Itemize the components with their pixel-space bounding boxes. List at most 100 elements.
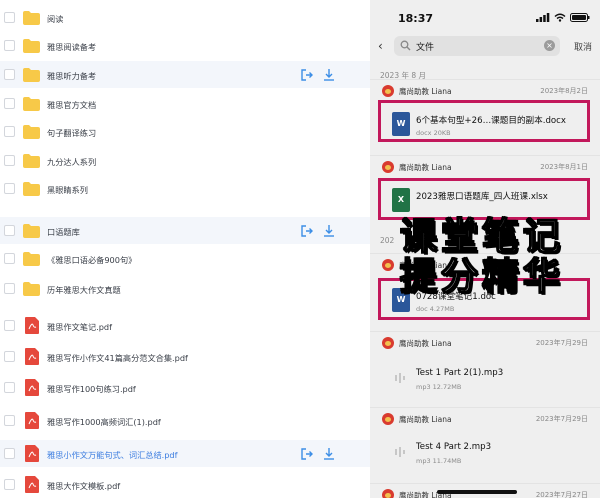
overlay-title-line2: 提分精华 <box>399 254 564 299</box>
avatar <box>382 161 394 173</box>
clear-icon[interactable]: × <box>544 40 555 51</box>
file-row[interactable]: 雅思小作文万能句式、词汇总结.pdf <box>0 440 370 467</box>
signal-icon <box>536 12 550 22</box>
row-checkbox[interactable] <box>4 126 15 137</box>
message-date: 2023年7月29日 <box>535 415 588 423</box>
download-icon[interactable] <box>322 67 336 81</box>
row-checkbox[interactable] <box>4 12 15 23</box>
folder-icon <box>23 153 40 168</box>
file-row[interactable]: 雅思大作文模板.pdf <box>0 471 370 498</box>
status-time: 18:37 <box>398 12 434 25</box>
row-checkbox[interactable] <box>4 155 15 166</box>
folder-row[interactable]: 雅思听力备考 <box>0 61 370 88</box>
message-date: 2023年8月2日 <box>540 87 588 95</box>
row-title: 句子翻译练习 <box>47 128 97 138</box>
audio-icon <box>392 366 410 390</box>
folder-row[interactable]: 口语题库 <box>0 217 370 244</box>
row-checkbox[interactable] <box>4 253 15 264</box>
file-meta: mp3 12.72MB <box>416 383 462 391</box>
row-checkbox[interactable] <box>4 479 15 490</box>
row-title: 雅思写作1000高频词汇(1).pdf <box>47 417 161 427</box>
folder-icon <box>23 181 40 196</box>
share-icon[interactable] <box>300 446 314 460</box>
row-checkbox[interactable] <box>4 40 15 51</box>
download-icon[interactable] <box>322 223 336 237</box>
row-title: 雅思大作文模板.pdf <box>47 481 121 491</box>
row-title: 口语题库 <box>47 227 80 237</box>
row-checkbox[interactable] <box>4 320 15 331</box>
folder-row[interactable]: 九分达人系列 <box>0 147 370 174</box>
row-title: 九分达人系列 <box>47 157 97 167</box>
message-date: 2023年7月27日 <box>535 491 588 498</box>
folder-icon <box>23 38 40 53</box>
file-row[interactable]: 雅思写作1000高频词汇(1).pdf <box>0 407 370 434</box>
message-sender: 鹰尚助教 Liana <box>382 160 452 174</box>
row-checkbox[interactable] <box>4 283 15 294</box>
folder-row[interactable]: 阅读 <box>0 4 370 31</box>
pdf-icon <box>25 348 42 365</box>
file-row[interactable]: 雅思作文笔记.pdf <box>0 312 370 339</box>
back-icon[interactable]: ‹ <box>378 39 388 53</box>
file-card[interactable]: Test 4 Part 2.mp3 mp3 11.74MB <box>382 432 586 474</box>
row-title: 雅思写作小作文41篇高分范文合集.pdf <box>47 353 188 363</box>
folder-row[interactable]: 雅思官方文档 <box>0 90 370 117</box>
row-title: 《雅思口语必备900句》 <box>47 255 137 265</box>
sender-name: 鹰尚助教 Liana <box>399 414 452 424</box>
file-row[interactable]: 雅思写作小作文41篇高分范文合集.pdf <box>0 343 370 370</box>
row-title: 阅读 <box>47 14 64 24</box>
row-title: 雅思阅读备考 <box>47 42 97 52</box>
folder-icon <box>23 223 40 238</box>
message-date: 2023年7月29日 <box>535 339 588 347</box>
home-indicator <box>437 490 517 494</box>
folder-row[interactable]: 句子翻译练习 <box>0 118 370 145</box>
section-label: 202 <box>380 236 395 245</box>
file-name: Test 1 Part 2(1).mp3 <box>416 368 504 378</box>
file-row[interactable]: 雅思写作100句练习.pdf <box>0 374 370 401</box>
avatar <box>382 337 394 349</box>
message-date: 2023年8月1日 <box>540 163 588 171</box>
status-icons <box>536 12 590 22</box>
row-checkbox[interactable] <box>4 98 15 109</box>
avatar <box>382 413 394 425</box>
pdf-icon <box>25 412 42 429</box>
download-icon[interactable] <box>322 446 336 460</box>
row-title: 雅思作文笔记.pdf <box>47 322 113 332</box>
message-sender: 鹰尚助教 Liana <box>382 412 452 426</box>
sender-name: 鹰尚助教 Liana <box>399 162 452 172</box>
row-checkbox[interactable] <box>4 448 15 459</box>
avatar <box>382 489 394 498</box>
row-title: 雅思官方文档 <box>47 100 97 110</box>
row-checkbox[interactable] <box>4 351 15 362</box>
search-icon <box>400 40 411 51</box>
search-input[interactable]: 文件 × <box>394 36 560 56</box>
sender-name: 鹰尚助教 Liana <box>399 338 452 348</box>
row-title: 历年雅思大作文真题 <box>47 285 121 295</box>
row-checkbox[interactable] <box>4 415 15 426</box>
file-meta: mp3 11.74MB <box>416 457 462 465</box>
message-sender: 鹰尚助教 Liana <box>382 336 452 350</box>
folder-icon <box>23 96 40 111</box>
avatar <box>382 85 394 97</box>
folder-row[interactable]: 历年雅思大作文真题 <box>0 275 370 302</box>
folder-row[interactable]: 雅思阅读备考 <box>0 32 370 59</box>
row-checkbox[interactable] <box>4 69 15 80</box>
row-checkbox[interactable] <box>4 225 15 236</box>
divider <box>370 79 600 80</box>
share-icon[interactable] <box>300 223 314 237</box>
row-checkbox[interactable] <box>4 183 15 194</box>
cancel-button[interactable]: 取消 <box>574 40 592 53</box>
divider <box>370 483 600 484</box>
folder-icon <box>23 10 40 25</box>
battery-icon <box>570 12 590 22</box>
pdf-icon <box>25 379 42 396</box>
file-name: Test 4 Part 2.mp3 <box>416 442 492 452</box>
folder-row[interactable]: 黑眼睛系列 <box>0 175 370 202</box>
sender-name: 鹰尚助教 Liana <box>399 86 452 96</box>
file-card[interactable]: Test 1 Part 2(1).mp3 mp3 12.72MB <box>382 358 586 400</box>
row-checkbox[interactable] <box>4 382 15 393</box>
share-icon[interactable] <box>300 67 314 81</box>
folder-icon <box>23 281 40 296</box>
row-title: 黑眼睛系列 <box>47 185 88 195</box>
folder-row[interactable]: 《雅思口语必备900句》 <box>0 245 370 272</box>
folder-icon <box>23 124 40 139</box>
